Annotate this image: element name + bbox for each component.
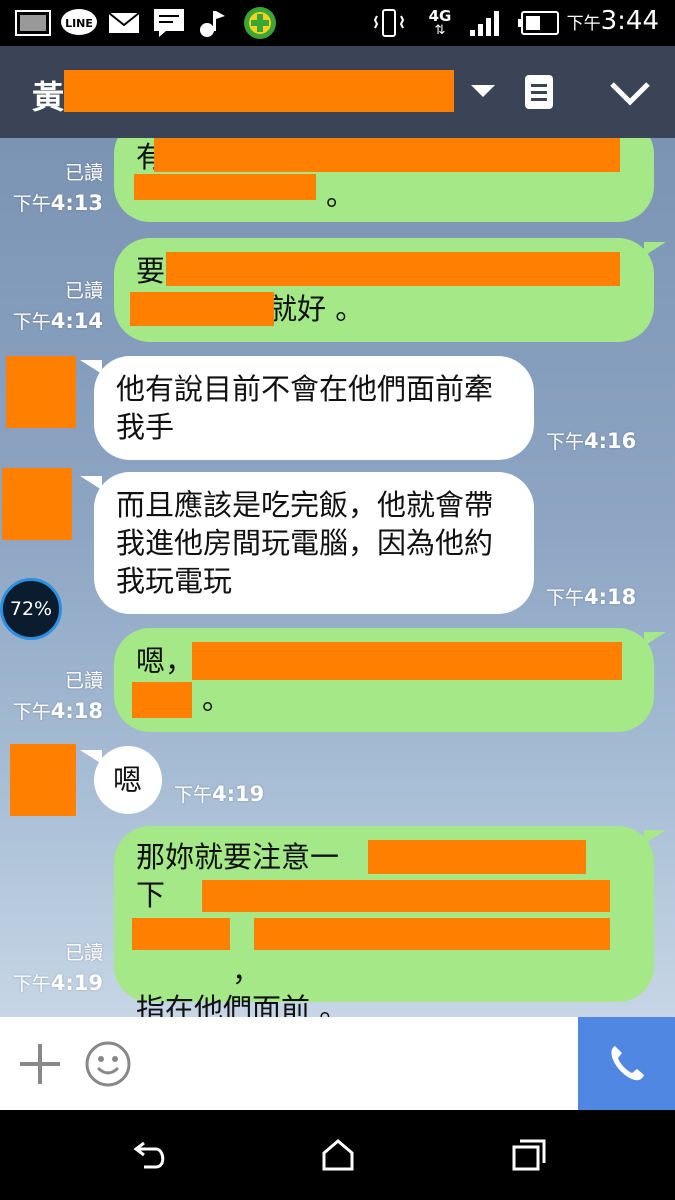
message-meta: 已讀 下午4:13 [13, 158, 103, 219]
redaction-block [154, 138, 620, 172]
status-time: 下午3:44 [566, 6, 659, 36]
redaction-block [132, 682, 192, 718]
message-meta: 已讀 下午4:14 [13, 276, 103, 337]
their-message-bubble[interactable]: 嗯 [94, 746, 162, 814]
back-icon[interactable] [128, 1135, 172, 1175]
message-icon [152, 8, 186, 38]
their-message-bubble[interactable]: 他有說目前不會在他們面前牽我手 [94, 356, 534, 460]
message-time: 下午4:14 [12, 309, 103, 333]
redaction-block [132, 918, 230, 950]
redaction-block [130, 292, 274, 326]
redaction-block [368, 840, 586, 874]
battery-widget[interactable]: 72% [0, 578, 62, 640]
vibrate-icon [372, 8, 406, 38]
bubble-tail [644, 242, 666, 256]
my-message-bubble[interactable]: 要 就好 。 [114, 238, 654, 342]
status-bar: LINE 4G ⇅ 下午3:44 [0, 0, 675, 46]
redaction-block [64, 70, 454, 112]
chat-header: 黃 [0, 46, 675, 138]
redaction-block [192, 642, 622, 680]
battery-icon [516, 8, 562, 38]
read-receipt: 已讀 [64, 162, 103, 184]
signal-icon [466, 8, 506, 38]
read-receipt: 已讀 [64, 670, 103, 692]
message-time: 下午4:18 [546, 585, 637, 609]
navigation-bar [0, 1110, 675, 1200]
message-time: 下午4:16 [546, 429, 637, 453]
dropdown-arrow-icon[interactable] [468, 80, 498, 104]
chat-area[interactable]: 有 。 已讀 下午4:13 要 就好 。 已讀 下午4:14 他有說目前不會在他… [0, 138, 675, 1018]
svg-text:LINE: LINE [65, 17, 93, 30]
redaction-block [254, 918, 610, 950]
recents-icon[interactable] [506, 1135, 550, 1175]
phone-icon [605, 1040, 649, 1088]
read-receipt: 已讀 [64, 942, 103, 964]
plus-icon[interactable] [18, 1042, 62, 1090]
redaction-block [134, 174, 316, 200]
notes-icon[interactable] [524, 74, 554, 114]
message-text: 指在他們面前 。 [136, 992, 349, 1018]
input-bar [0, 1017, 675, 1110]
my-message-bubble[interactable]: 有 。 [114, 138, 654, 222]
message-time: 下午4:19 [174, 782, 265, 806]
message-meta: 已讀 下午4:18 [13, 666, 103, 727]
message-text: 他有說目前不會在他們面前牽我手 [116, 372, 494, 444]
avatar[interactable] [6, 356, 76, 428]
mail-icon [107, 8, 141, 38]
my-message-bubble[interactable]: 那妳就要注意一下， 不能 ， 指在他們面前 。 [114, 826, 654, 1018]
bubble-tail [644, 830, 666, 844]
read-receipt: 已讀 [64, 280, 103, 302]
message-text: 。 [202, 682, 232, 716]
message-text: 而且應該是吃完飯，他就會帶我進他房間玩電腦，因為他約我玩電玩 [116, 488, 494, 598]
message-text: ， [232, 954, 262, 988]
music-icon [196, 8, 230, 38]
bubble-tail [644, 632, 666, 646]
plus-app-icon [242, 7, 278, 39]
emoji-icon[interactable] [84, 1040, 132, 1092]
chat-title[interactable]: 黃 [32, 72, 64, 118]
message-text: 嗯 [113, 763, 143, 797]
call-button[interactable] [578, 1017, 675, 1110]
home-icon[interactable] [316, 1135, 360, 1175]
avatar[interactable] [2, 468, 72, 540]
redaction-block [202, 880, 610, 912]
their-message-bubble[interactable]: 而且應該是吃完飯，他就會帶我進他房間玩電腦，因為他約我玩電玩 [94, 472, 534, 614]
message-meta: 已讀 下午4:19 [13, 938, 103, 999]
gallery-icon [14, 8, 52, 38]
message-time: 下午4:13 [12, 191, 103, 215]
redaction-block [166, 252, 620, 286]
message-time: 下午4:19 [12, 971, 103, 995]
message-time: 下午4:18 [12, 699, 103, 723]
network-4g-icon: 4G ⇅ [428, 7, 452, 38]
avatar[interactable] [10, 744, 76, 816]
line-icon: LINE [60, 8, 98, 38]
my-message-bubble[interactable]: 嗯， 。 [114, 628, 654, 732]
collapse-chevron-icon[interactable] [608, 78, 652, 112]
